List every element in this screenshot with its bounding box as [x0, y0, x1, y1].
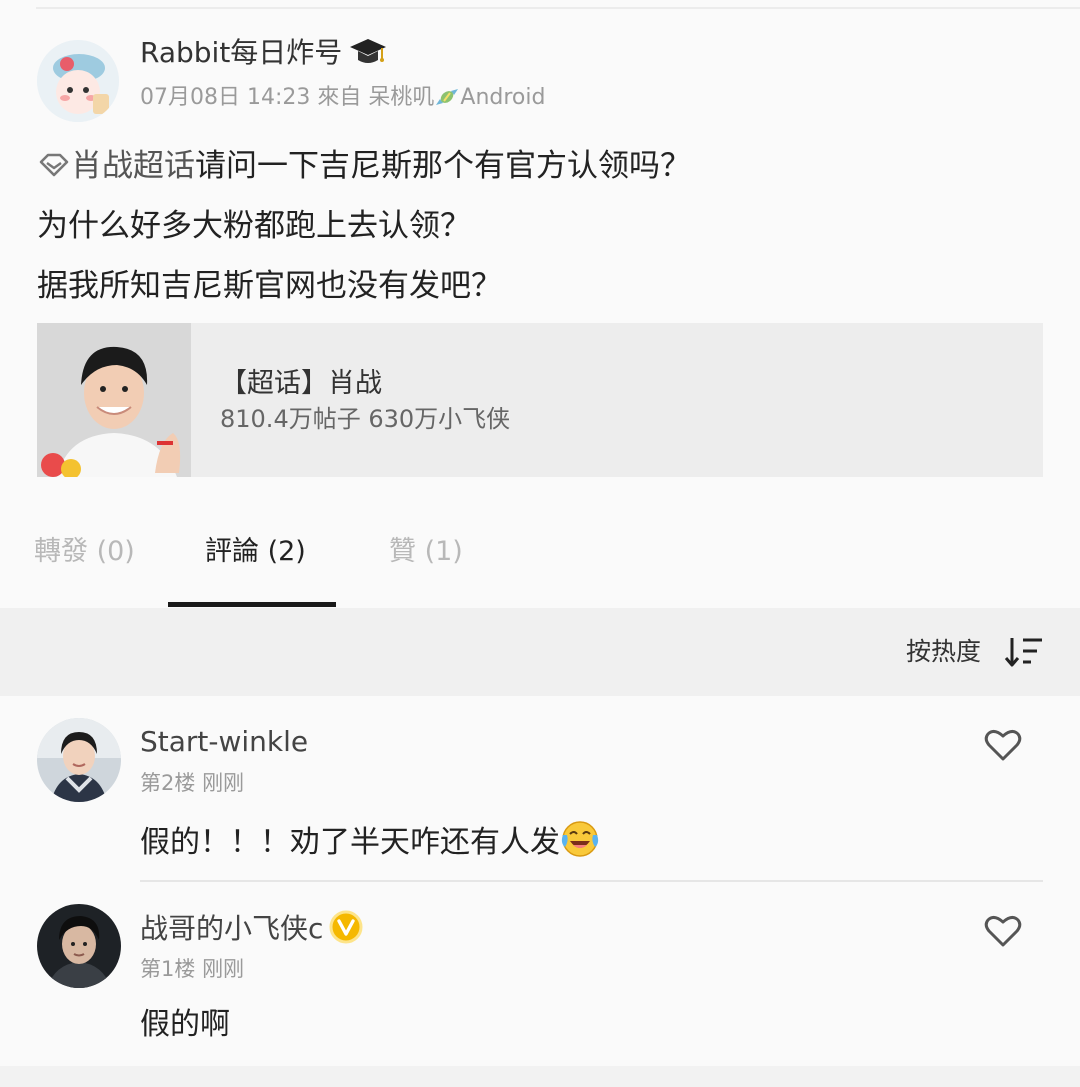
topic-stats: 810.4万帖子 630万小飞侠 — [220, 405, 511, 433]
topic-thumbnail — [37, 323, 191, 477]
post-source-device: Android — [460, 85, 546, 110]
tab-likes[interactable]: 贊 (1) — [389, 535, 463, 569]
post-timestamp: 07月08日 14:23 — [140, 85, 311, 110]
sort-by-popularity-button[interactable]: 按热度 — [906, 636, 981, 668]
topic-card[interactable]: 【超话】肖战 810.4万帖子 630万小飞侠 — [37, 323, 1043, 477]
tab-bar: 轉發 (0) 評論 (2) 贊 (1) — [0, 497, 1080, 608]
post-text-line-2: 为什么好多大粉都跑上去认领？ — [37, 208, 471, 244]
comment-floor: 第1楼 — [140, 957, 196, 981]
comment-item: 战哥的小飞侠c 第1楼 刚刚 假的啊 — [0, 882, 1080, 1066]
commenter-name-row: 战哥的小飞侠c — [140, 910, 363, 947]
comment-meta: 第1楼 刚刚 — [140, 955, 244, 983]
diamond-icon — [39, 153, 69, 177]
vip-v-badge-icon — [329, 910, 363, 944]
author-avatar[interactable] — [37, 40, 119, 122]
top-divider — [36, 7, 1080, 9]
commenter-name[interactable]: 战哥的小飞侠c — [140, 912, 323, 945]
author-name[interactable]: Rabbit每日炸号 — [140, 34, 342, 72]
topic-title: 【超话】肖战 — [220, 368, 382, 399]
post-card: Rabbit每日炸号 07月08日 14:23 來自 呆桃叽 Android 肖… — [0, 0, 1080, 497]
like-heart-icon[interactable] — [984, 914, 1022, 948]
tab-comments[interactable]: 評論 (2) — [205, 535, 306, 569]
graduation-cap-icon — [350, 39, 386, 63]
commenter-avatar[interactable] — [37, 718, 121, 802]
like-heart-icon[interactable] — [984, 728, 1022, 762]
comment-meta: 第2楼 刚刚 — [140, 769, 244, 797]
comment-time: 刚刚 — [202, 771, 245, 795]
comment-item: Start-winkle 第2楼 刚刚 假的！！！劝了半天咋还有人发 — [0, 696, 1080, 882]
comment-floor: 第2楼 — [140, 771, 196, 795]
post-text: 请问一下吉尼斯那个有官方认领吗？ — [195, 148, 691, 184]
post-text-line-1: 肖战超话请问一下吉尼斯那个有官方认领吗？ — [37, 146, 691, 186]
tab-reposts[interactable]: 轉發 (0) — [34, 535, 135, 569]
commenter-avatar[interactable] — [37, 904, 121, 988]
comment-list: Start-winkle 第2楼 刚刚 假的！！！劝了半天咋还有人发 战哥的小飞… — [0, 696, 1080, 1066]
sort-bar: 按热度 — [0, 608, 1080, 696]
comment-text: 假的啊 — [140, 1007, 230, 1042]
comment-time: 刚刚 — [202, 957, 245, 981]
post-meta: 07月08日 14:23 來自 呆桃叽 Android — [140, 84, 545, 112]
topic-link[interactable]: 肖战超话 — [71, 148, 195, 184]
laughing-crying-emoji-icon — [561, 821, 599, 857]
comment-text: 假的！！！劝了半天咋还有人发 — [140, 825, 560, 860]
comment-text-row: 假的！！！劝了半天咋还有人发 — [140, 819, 600, 863]
candy-icon — [436, 89, 459, 105]
post-text-line-3: 据我所知吉尼斯官网也没有发吧？ — [37, 268, 502, 304]
active-tab-indicator — [168, 602, 336, 607]
sort-descending-icon[interactable] — [1004, 634, 1044, 670]
commenter-name[interactable]: Start-winkle — [140, 724, 308, 760]
post-source-label: 來自 呆桃叽 — [317, 85, 435, 110]
